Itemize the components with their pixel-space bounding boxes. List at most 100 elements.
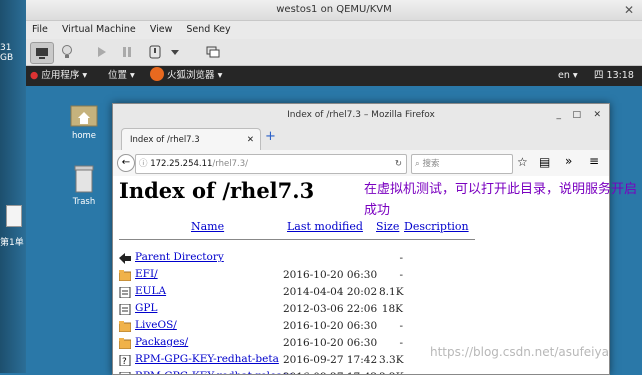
firefox-label: 火狐浏览器 xyxy=(167,70,215,81)
gnome-top-bar: ● 应用程序 ▾ 位置 ▾ 火狐浏览器 ▾ en ▾ 四 13:18 xyxy=(26,66,642,86)
table-row: ? RPM-GPG-KEY-redhat-beta 2016-09-27 17:42… xyxy=(119,353,475,370)
home-desktop-icon[interactable]: home xyxy=(54,100,114,141)
screens-icon xyxy=(206,46,220,58)
annotation-text: 在虚拟机测试，可以打开此目录，说明服务开启成功 xyxy=(364,182,638,218)
entry-modified: 2016-10-20 06:30 xyxy=(283,320,378,332)
entry-modified: 2012-03-06 22:06 xyxy=(283,303,378,315)
pause-button[interactable] xyxy=(116,42,138,62)
host-desktop-edge: 31 GB 第1单 xyxy=(0,0,26,373)
maximize-icon[interactable]: □ xyxy=(572,104,581,126)
column-size[interactable]: Size xyxy=(376,220,399,233)
power-icon xyxy=(149,45,161,59)
bookmark-star-icon[interactable]: ☆ xyxy=(517,155,528,169)
back-icon xyxy=(119,253,131,264)
header-divider xyxy=(119,239,475,240)
menu-send-key[interactable]: Send Key xyxy=(186,24,230,35)
search-icon: ⌕ xyxy=(415,159,420,169)
entry-link[interactable]: LiveOS/ xyxy=(135,319,177,331)
tab-close-icon[interactable]: ✕ xyxy=(247,129,254,151)
entry-size: - xyxy=(399,337,403,349)
table-row: Parent Directory - xyxy=(119,251,475,268)
lightbulb-icon xyxy=(62,45,72,58)
reload-icon[interactable]: ↻ xyxy=(395,155,402,173)
menu-virtual-machine[interactable]: Virtual Machine xyxy=(62,24,136,35)
details-button[interactable] xyxy=(56,42,78,62)
entry-modified: 2014-04-04 20:02 xyxy=(283,286,378,298)
trash-desktop-icon[interactable]: Trash xyxy=(54,164,114,207)
column-description[interactable]: Description xyxy=(404,220,469,233)
close-icon[interactable]: ✕ xyxy=(593,104,601,126)
search-input[interactable]: ⌕ 搜索 xyxy=(411,154,513,174)
table-row: LiveOS/2016-10-20 06:30 - xyxy=(118,319,475,336)
folder-icon xyxy=(118,321,132,333)
document-icon[interactable] xyxy=(6,205,22,227)
home-label: home xyxy=(71,131,97,141)
folder-icon xyxy=(118,270,132,282)
shutdown-button[interactable] xyxy=(144,42,166,62)
url-bar[interactable]: ⓘ 172.25.254.11/rhel7.3/ ↻ xyxy=(135,154,407,174)
table-row: Packages/2016-10-20 06:30 - xyxy=(118,336,475,353)
search-placeholder: 搜索 xyxy=(422,159,440,169)
entry-modified: 2016-09-27 17:42 xyxy=(283,371,377,374)
entry-size: - xyxy=(399,320,403,332)
entry-link[interactable]: Parent Directory xyxy=(135,251,224,263)
hamburger-menu-icon[interactable]: ≡ xyxy=(589,154,599,168)
shutdown-menu-button[interactable] xyxy=(168,42,182,62)
info-icon[interactable]: ⓘ xyxy=(139,159,148,169)
table-row: EULA 2014-04-04 20:02 8.1K xyxy=(119,285,475,302)
play-icon xyxy=(98,47,106,57)
language-label: en xyxy=(558,70,570,81)
vm-window-titlebar: westos1 on QEMU/KVM ✕ xyxy=(26,0,642,21)
table-row: EFI/2016-10-20 06:30 - xyxy=(118,268,475,285)
console-view-button[interactable] xyxy=(30,42,54,64)
back-button[interactable]: ← xyxy=(117,154,135,172)
firefox-window-title: Index of /rhel7.3 – Mozilla Firefox xyxy=(287,110,435,120)
trash-icon xyxy=(74,165,94,193)
tab-rhel73[interactable]: Index of /rhel7.3 ✕ xyxy=(121,128,261,150)
firefox-titlebar: Index of /rhel7.3 – Mozilla Firefox _ □ … xyxy=(113,104,609,126)
entry-link[interactable]: Packages/ xyxy=(135,336,188,348)
watermark: https://blog.csdn.net/asufeiya xyxy=(430,345,609,359)
overflow-chevron-icon[interactable]: » xyxy=(565,154,572,168)
column-name[interactable]: Name xyxy=(191,220,224,233)
language-indicator[interactable]: en ▾ xyxy=(558,66,578,86)
trash-label: Trash xyxy=(72,197,96,207)
entry-link[interactable]: GPL xyxy=(135,302,157,314)
reader-list-icon[interactable]: ▤ xyxy=(539,155,550,169)
menu-view[interactable]: View xyxy=(150,24,173,35)
entry-link[interactable]: EULA xyxy=(135,285,166,297)
pause-icon xyxy=(123,47,131,57)
entry-size: 3.3K xyxy=(379,354,404,366)
entry-link[interactable]: RPM-GPG-KEY-redhat-beta xyxy=(135,353,279,365)
navigation-bar: ← ⓘ 172.25.254.11/rhel7.3/ ↻ ⌕ 搜索 ☆ ▤ » … xyxy=(113,150,609,177)
fullscreen-button[interactable] xyxy=(202,42,224,62)
places-menu[interactable]: 位置 ▾ xyxy=(108,66,135,86)
entry-modified: 2016-10-20 06:30 xyxy=(283,337,378,349)
applications-label: 应用程序 xyxy=(41,70,80,81)
new-tab-button[interactable]: + xyxy=(265,129,276,144)
run-button[interactable] xyxy=(90,42,112,62)
vm-toolbar xyxy=(26,39,642,66)
url-path: /rhel7.3/ xyxy=(212,159,248,169)
file-icon xyxy=(119,286,131,299)
unknown-file-icon: ? xyxy=(119,354,131,367)
minimize-icon[interactable]: _ xyxy=(557,104,562,126)
table-row: GPL 2012-03-06 22:06 18K xyxy=(119,302,475,319)
redhat-icon: ● xyxy=(30,70,39,81)
entry-link[interactable]: EFI/ xyxy=(135,268,158,280)
host-doc-label: 第1单 xyxy=(0,238,24,248)
menu-file[interactable]: File xyxy=(32,24,48,35)
close-icon[interactable]: ✕ xyxy=(624,0,634,20)
page-heading: Index of /rhel7.3 xyxy=(119,178,315,203)
folder-icon xyxy=(118,338,132,350)
applications-menu[interactable]: ● 应用程序 ▾ xyxy=(30,66,87,86)
entry-size: 3.2K xyxy=(379,371,404,374)
places-label: 位置 xyxy=(108,70,128,81)
column-last-modified[interactable]: Last modified xyxy=(287,220,363,233)
clock[interactable]: 四 13:18 xyxy=(594,66,634,86)
url-host: 172.25.254.11 xyxy=(150,159,213,169)
entry-size: 8.1K xyxy=(379,286,404,298)
firefox-launcher[interactable]: 火狐浏览器 ▾ xyxy=(150,66,222,86)
vm-menubar: File Virtual Machine View Send Key xyxy=(26,21,642,39)
firefox-window: Index of /rhel7.3 – Mozilla Firefox _ □ … xyxy=(112,103,610,375)
